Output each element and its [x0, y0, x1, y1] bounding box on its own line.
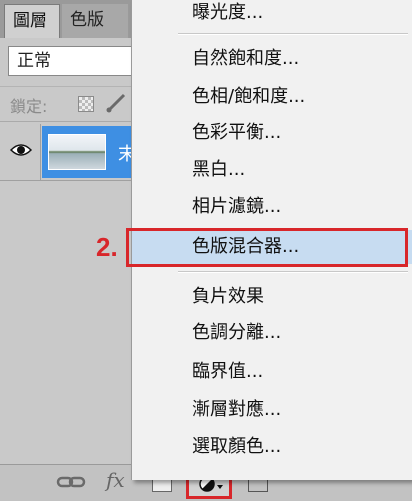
eye-icon: [10, 144, 32, 156]
tab-layers[interactable]: 圖層: [4, 4, 60, 38]
link-layers-icon[interactable]: [56, 473, 86, 491]
blend-mode-select[interactable]: 正常: [8, 46, 140, 76]
menu-separator: [178, 271, 408, 273]
menu-item-invert[interactable]: 負片效果: [132, 280, 412, 314]
lock-label: 鎖定:: [10, 97, 48, 116]
menu-item-color-balance[interactable]: 色彩平衡...: [132, 116, 412, 150]
lock-transparency-icon[interactable]: [78, 96, 94, 112]
menu-item-posterize[interactable]: 色調分離...: [132, 316, 412, 350]
step-2-marker: 2.: [96, 232, 118, 262]
menu-item-black-white[interactable]: 黑白...: [132, 153, 412, 187]
menu-item-selective-color[interactable]: 選取顏色...: [132, 430, 412, 464]
chevron-down-icon: [217, 485, 223, 489]
visibility-toggle[interactable]: [0, 124, 41, 180]
tab-channels[interactable]: 色版: [62, 4, 128, 38]
layer-thumbnail: [48, 134, 106, 170]
annotation-highlight-box: [126, 228, 408, 267]
menu-item-hue-saturation[interactable]: 色相/飽和度...: [132, 80, 412, 114]
menu-item-photo-filter[interactable]: 相片濾鏡...: [132, 190, 412, 224]
menu-item-vibrance[interactable]: 自然飽和度...: [132, 42, 412, 76]
menu-item-exposure[interactable]: 曝光度...: [132, 0, 412, 30]
menu-separator: [178, 33, 408, 35]
layer-style-button[interactable]: fx: [106, 468, 125, 492]
lock-brush-icon[interactable]: [104, 93, 128, 113]
menu-item-threshold[interactable]: 臨界值...: [132, 355, 412, 389]
menu-item-gradient-map[interactable]: 漸層對應...: [132, 393, 412, 427]
